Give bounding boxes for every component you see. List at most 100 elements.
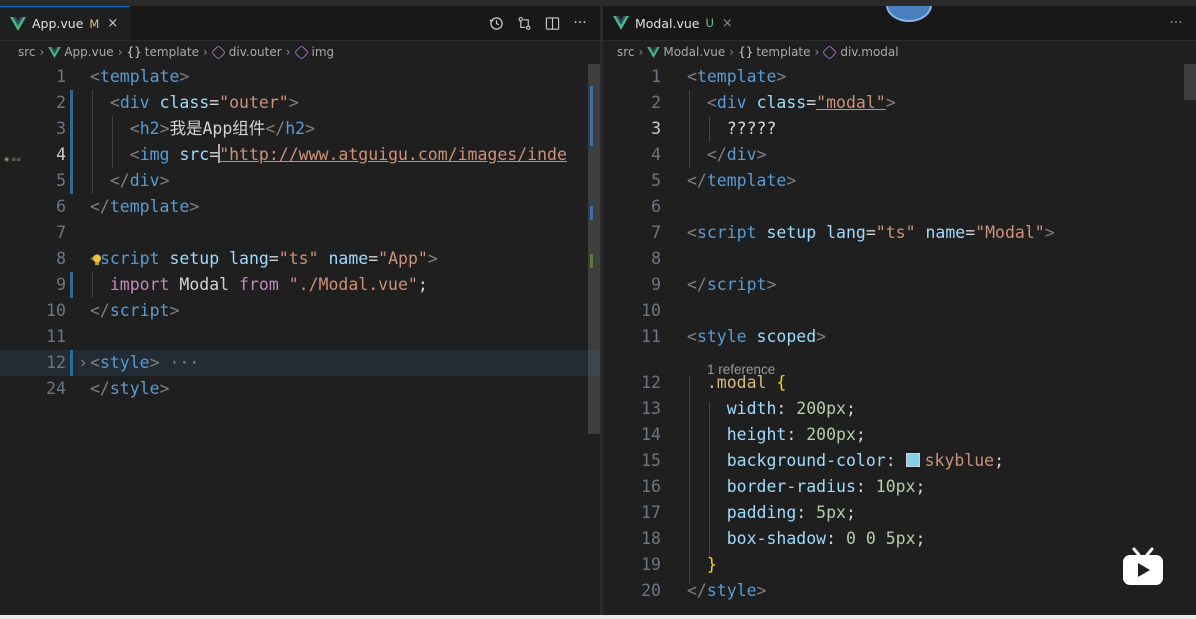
- code-editor[interactable]: 1 <template> 2 <div class="modal"> 3 ????? 4…: [603, 64, 1196, 615]
- code-line[interactable]: 18 box-shadow: 0 0 5px;: [603, 526, 1196, 552]
- vue-icon: [48, 46, 62, 58]
- code-token: lang: [826, 223, 866, 242]
- code-line[interactable]: 11 <style scoped>: [603, 324, 1196, 350]
- element-icon: [293, 44, 309, 60]
- code-token: class: [756, 93, 807, 112]
- code-line[interactable]: 2 <div class="outer">: [0, 90, 600, 116]
- code-line[interactable]: 13 width: 200px;: [603, 396, 1196, 422]
- code-line[interactable]: 9 </script>: [603, 272, 1196, 298]
- more-actions-icon[interactable]: ···: [1168, 15, 1184, 31]
- code-token: >: [189, 197, 200, 216]
- code-token: <: [129, 119, 140, 138]
- right-tab-bar: Modal.vue U × ···: [603, 6, 1196, 41]
- code-line[interactable]: 24 </style>: [0, 376, 600, 402]
- breadcrumb-file[interactable]: App.vue: [64, 45, 113, 59]
- code-token: Modal: [169, 275, 240, 294]
- breadcrumb-div-outer[interactable]: div.outer: [229, 45, 282, 59]
- code-line[interactable]: 5 </template>: [603, 168, 1196, 194]
- code-text: </template>: [90, 194, 199, 220]
- code-token: width: [726, 399, 777, 418]
- lightbulb-icon[interactable]: [92, 254, 102, 266]
- code-line[interactable]: 2 <div class="modal">: [603, 90, 1196, 116]
- breadcrumb-div-modal[interactable]: div.modal: [840, 45, 898, 59]
- code-line[interactable]: 3 ?????: [603, 116, 1196, 142]
- line-number: 15: [641, 451, 661, 470]
- code-token: from: [239, 275, 279, 294]
- color-swatch-icon[interactable]: [905, 453, 920, 467]
- chevron-right-icon: ›: [638, 45, 644, 59]
- breadcrumb-template[interactable]: template: [145, 45, 199, 59]
- code-token: import: [109, 275, 170, 294]
- code-line[interactable]: 11: [0, 324, 600, 350]
- code-token: >: [159, 379, 170, 398]
- code-token: >: [159, 171, 170, 190]
- tab-modal-vue[interactable]: Modal.vue U ×: [603, 6, 745, 40]
- code-token: :: [885, 451, 906, 470]
- line-number: 13: [641, 399, 661, 418]
- code-text: border-radius: 10px;: [687, 474, 926, 500]
- code-line[interactable]: 20 </style>: [603, 578, 1196, 604]
- code-line[interactable]: 9 import Modal from "./Modal.vue";: [0, 272, 600, 298]
- split-editor-icon[interactable]: [544, 15, 560, 31]
- close-icon[interactable]: ×: [722, 16, 733, 31]
- chevron-right-icon: ›: [39, 45, 45, 59]
- code-text: <style> ···: [90, 350, 199, 376]
- code-line[interactable]: 15 background-color: skyblue;: [603, 448, 1196, 474]
- code-line[interactable]: 8: [603, 246, 1196, 272]
- tab-app-vue[interactable]: App.vue M ×: [0, 6, 131, 40]
- code-token: scoped: [756, 327, 817, 346]
- code-line[interactable]: 14 height: 200px;: [603, 422, 1196, 448]
- code-token: ;: [845, 399, 856, 418]
- breadcrumb-template[interactable]: template: [756, 45, 810, 59]
- line-number: 3: [56, 119, 66, 138]
- code-text: </script>: [687, 272, 776, 298]
- code-line[interactable]: 1 <template>: [0, 64, 600, 90]
- code-line[interactable]: 4 </div>: [603, 142, 1196, 168]
- line-number: 12: [46, 353, 66, 372]
- code-line[interactable]: 16 border-radius: 10px;: [603, 474, 1196, 500]
- code-line[interactable]: 7: [0, 220, 600, 246]
- code-line[interactable]: 10 </script>: [0, 298, 600, 324]
- code-line[interactable]: 7 <script setup lang="ts" name="Modal">: [603, 220, 1196, 246]
- code-token: skyblue: [924, 451, 995, 470]
- code-line[interactable]: 1 <template>: [603, 64, 1196, 90]
- code-text: </div>: [90, 168, 170, 194]
- breadcrumb-file[interactable]: Modal.vue: [663, 45, 725, 59]
- code-line[interactable]: 19 }: [603, 552, 1196, 578]
- code-token: script: [706, 275, 767, 294]
- code-line[interactable]: 8 <script setup lang="ts" name="App">: [0, 246, 600, 272]
- code-token: height: [726, 425, 787, 444]
- compare-changes-icon[interactable]: [516, 15, 532, 31]
- code-token: "ts": [278, 249, 319, 268]
- code-line[interactable]: 3 <h2>我是App组件</h2>: [0, 116, 600, 142]
- breadcrumb-src[interactable]: src: [617, 45, 635, 59]
- code-token: :: [786, 425, 807, 444]
- code-line[interactable]: 6: [603, 194, 1196, 220]
- code-line[interactable]: 6 </template>: [0, 194, 600, 220]
- line-number: 6: [651, 197, 661, 216]
- breadcrumb-img[interactable]: img: [312, 45, 335, 59]
- code-line[interactable]: 12 <style> ···: [0, 350, 600, 376]
- code-line[interactable]: 10: [603, 298, 1196, 324]
- left-tab-bar: App.vue M × ···: [0, 6, 600, 41]
- history-icon[interactable]: [488, 15, 504, 31]
- line-number: 16: [641, 477, 661, 496]
- code-editor[interactable]: ◉ ≡≡ 1 <template> 2 <div class="outer"> 3 <…: [0, 64, 600, 615]
- code-line[interactable]: 4 <img src="http://www.atguigu.com/image…: [0, 142, 600, 168]
- line-number: 8: [651, 249, 661, 268]
- fold-chevron-icon[interactable]: ›: [78, 350, 88, 376]
- code-token: name: [328, 249, 369, 268]
- close-icon[interactable]: ×: [107, 16, 118, 31]
- code-line[interactable]: 5 </div>: [0, 168, 600, 194]
- breadcrumb-src[interactable]: src: [18, 45, 36, 59]
- code-line[interactable]: 12 .modal {: [603, 370, 1196, 396]
- code-line[interactable]: 17 padding: 5px;: [603, 500, 1196, 526]
- chevron-right-icon: ›: [285, 45, 291, 59]
- right-editor-pane: Modal.vue U × ··· src › Modal.vue › {} t…: [603, 6, 1196, 615]
- codelens-reference[interactable]: 1 reference: [707, 360, 775, 380]
- more-actions-icon[interactable]: ···: [572, 15, 588, 31]
- code-token: 10px: [875, 477, 916, 496]
- element-icon: [822, 44, 838, 60]
